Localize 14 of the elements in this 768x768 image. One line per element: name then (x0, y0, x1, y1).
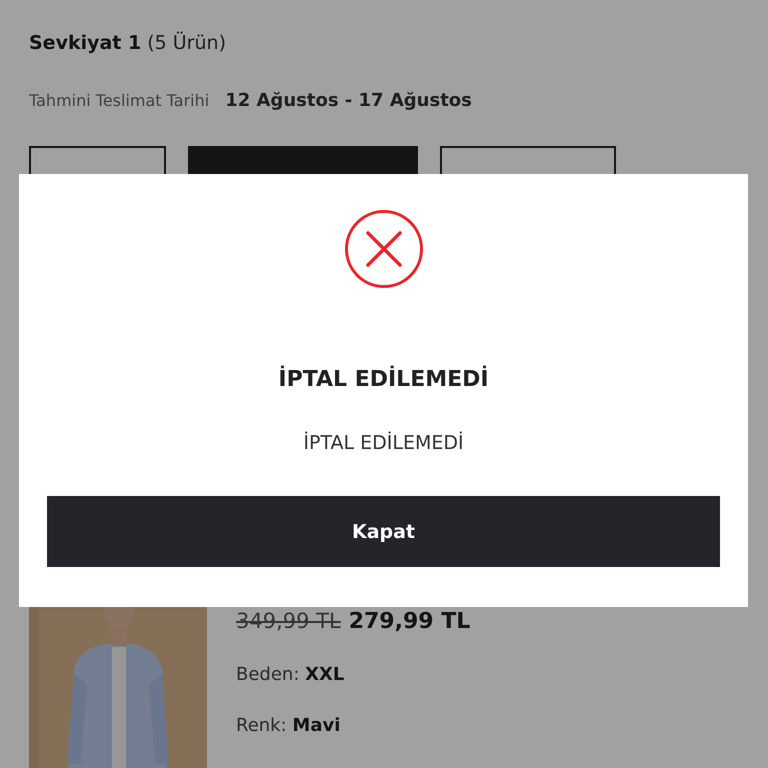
size-label: Beden: (236, 664, 300, 685)
color-value: Mavi (292, 715, 340, 736)
close-button[interactable]: Kapat (47, 496, 720, 567)
color-label: Renk: (236, 715, 287, 736)
dialog-title: İPTAL EDİLEMEDİ (278, 367, 489, 392)
item-count: (5 Ürün) (147, 32, 226, 54)
size-value: XXL (305, 664, 344, 685)
dialog-message: İPTAL EDİLEMEDİ (303, 432, 464, 454)
shipment-title: Sevkiyat 1 (29, 32, 142, 54)
old-price: 349,99 TL (236, 609, 341, 633)
price: 279,99 TL (348, 609, 470, 634)
delivery-label: Tahmini Teslimat Tarihi (29, 91, 210, 110)
error-icon (344, 209, 424, 289)
delivery-dates: 12 Ağustos - 17 Ağustos (225, 90, 472, 111)
